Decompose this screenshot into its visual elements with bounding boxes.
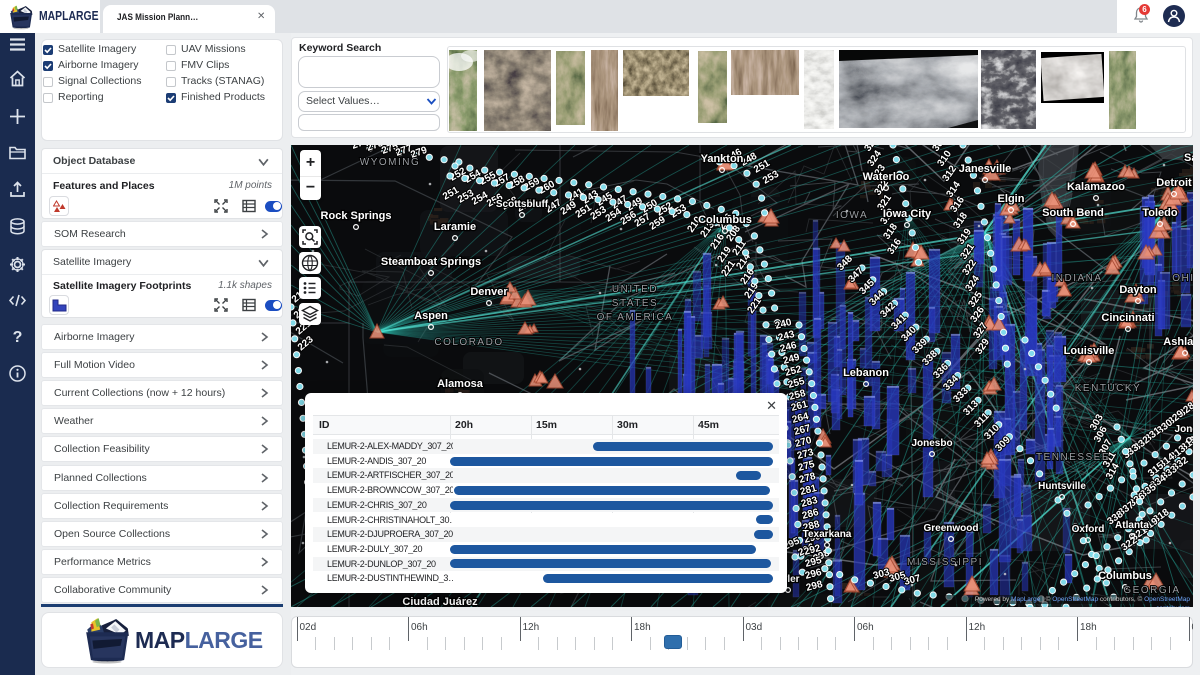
svg-text:Detroit: Detroit xyxy=(1156,177,1192,189)
svg-text:INDIANA: INDIANA xyxy=(1051,273,1102,284)
svg-text:Texarkana: Texarkana xyxy=(803,529,852,540)
svg-text:Alamosa: Alamosa xyxy=(437,378,484,390)
svg-text:Louisville: Louisville xyxy=(1064,345,1115,357)
svg-text:TENNESSEE: TENNESSEE xyxy=(1036,452,1110,463)
svg-text:Scottsbluff: Scottsbluff xyxy=(496,199,549,210)
svg-text:Yankton: Yankton xyxy=(701,153,744,165)
svg-text:Kalamazoo: Kalamazoo xyxy=(1067,181,1125,193)
svg-text:?: ? xyxy=(13,329,23,346)
svg-text:COLORADO: COLORADO xyxy=(434,337,503,348)
svg-text:Dayton: Dayton xyxy=(1119,284,1157,296)
svg-text:Denver: Denver xyxy=(470,286,508,298)
svg-text:STATES: STATES xyxy=(612,298,658,309)
svg-text:329: 329 xyxy=(973,336,992,356)
svg-text:Greenwood: Greenwood xyxy=(923,523,978,534)
svg-text:Ciudad Juárez: Ciudad Juárez xyxy=(402,596,478,607)
svg-text:Waterloo: Waterloo xyxy=(863,171,910,183)
svg-text:Lebanon: Lebanon xyxy=(843,367,889,379)
svg-text:Iowa City: Iowa City xyxy=(883,208,932,220)
svg-text:Jonesbo: Jonesbo xyxy=(911,438,952,449)
svg-text:Sa: Sa xyxy=(1184,152,1193,164)
svg-text:OHIO: OHIO xyxy=(1172,273,1193,284)
svg-text:OF AMERICA: OF AMERICA xyxy=(597,312,674,323)
svg-text:Elgin: Elgin xyxy=(998,193,1025,205)
svg-text:322: 322 xyxy=(960,257,979,277)
svg-text:Huntsville: Huntsville xyxy=(1038,481,1086,492)
svg-text:Atlanta: Atlanta xyxy=(1115,520,1149,531)
svg-text:Rock Springs: Rock Springs xyxy=(321,210,392,222)
svg-text:223: 223 xyxy=(296,334,316,353)
svg-text:MISSISSIPPI: MISSISSIPPI xyxy=(907,557,983,568)
svg-text:Ashland: Ashland xyxy=(1163,336,1193,348)
svg-text:Toledo: Toledo xyxy=(1142,207,1178,219)
svg-text:IOWA: IOWA xyxy=(836,210,868,221)
svg-text:UNITED: UNITED xyxy=(612,284,658,295)
svg-text:Janesville: Janesville xyxy=(959,163,1012,175)
svg-text:Steamboat Springs: Steamboat Springs xyxy=(381,256,481,268)
svg-text:Jones: Jones xyxy=(1175,424,1193,435)
svg-text:Laramie: Laramie xyxy=(434,221,476,233)
svg-text:WYOMING: WYOMING xyxy=(360,157,421,168)
svg-text:Aspen: Aspen xyxy=(414,310,448,322)
svg-text:Columbus: Columbus xyxy=(698,214,752,226)
svg-text:Oxford: Oxford xyxy=(1072,524,1105,535)
svg-text:South Bend: South Bend xyxy=(1042,207,1104,219)
svg-text:KENTUCKY: KENTUCKY xyxy=(1075,383,1141,394)
svg-text:Cincinnati: Cincinnati xyxy=(1101,312,1154,324)
svg-text:259: 259 xyxy=(648,214,668,233)
